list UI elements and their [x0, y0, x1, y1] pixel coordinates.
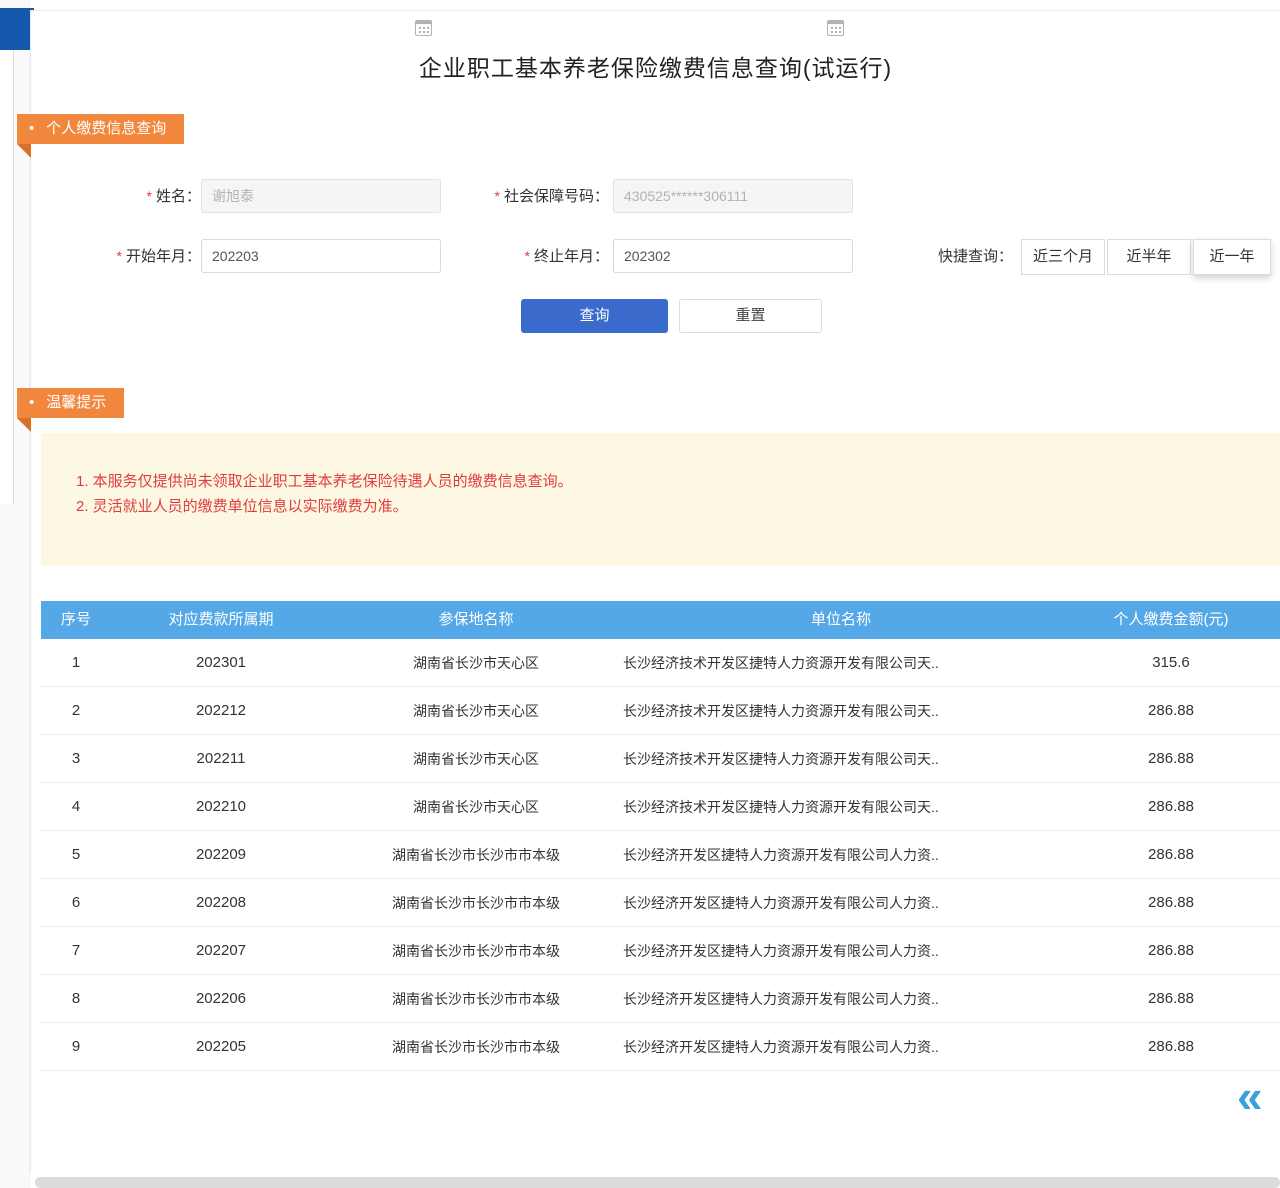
cell: 湖南省长沙市长沙市市本级 — [331, 1023, 621, 1070]
cell: 202209 — [111, 831, 331, 878]
table-row: 4202210湖南省长沙市天心区长沙经济技术开发区捷特人力资源开发有限公司天..… — [41, 783, 1280, 831]
required-asterisk: * — [147, 188, 152, 204]
cell: 9 — [41, 1023, 111, 1070]
quick-query-group: 近三个月 近半年 近一年 — [1021, 239, 1271, 275]
quick-option-3months[interactable]: 近三个月 — [1021, 239, 1105, 275]
tips-box: 1. 本服务仅提供尚未领取企业职工基本养老保险待遇人员的缴费信息查询。 2. 灵… — [41, 433, 1280, 566]
cell: 长沙经济开发区捷特人力资源开发有限公司人力资.. — [621, 975, 1061, 1022]
cell: 286.88 — [1061, 975, 1280, 1022]
cell: 286.88 — [1061, 831, 1280, 878]
table-row: 1202301湖南省长沙市天心区长沙经济技术开发区捷特人力资源开发有限公司天..… — [41, 639, 1280, 687]
bullet-icon: • — [29, 114, 34, 144]
cell: 3 — [41, 735, 111, 782]
query-button[interactable]: 查询 — [521, 299, 668, 333]
cell: 202205 — [111, 1023, 331, 1070]
ssn-label: *社会保障号码： — [439, 179, 609, 213]
table-header: 序号 对应费款所属期 参保地名称 单位名称 个人缴费金额(元) — [41, 601, 1280, 639]
cell: 长沙经济开发区捷特人力资源开发有限公司人力资.. — [621, 831, 1061, 878]
cell: 5 — [41, 831, 111, 878]
cell: 286.88 — [1061, 735, 1280, 782]
cell: 202210 — [111, 783, 331, 830]
required-asterisk: * — [525, 248, 530, 264]
table-row: 9202205湖南省长沙市长沙市市本级长沙经济开发区捷特人力资源开发有限公司人力… — [41, 1023, 1280, 1071]
col-header-employer: 单位名称 — [621, 601, 1061, 639]
table-row: 5202209湖南省长沙市长沙市市本级长沙经济开发区捷特人力资源开发有限公司人力… — [41, 831, 1280, 879]
bullet-icon: • — [29, 388, 34, 418]
cell: 长沙经济技术开发区捷特人力资源开发有限公司天.. — [621, 687, 1061, 734]
collapsed-sidebar-edge — [0, 46, 14, 504]
quick-option-halfyear[interactable]: 近半年 — [1107, 239, 1191, 275]
cell: 长沙经济开发区捷特人力资源开发有限公司人力资.. — [621, 927, 1061, 974]
col-header-amount: 个人缴费金额(元) — [1061, 601, 1280, 639]
section-badge-label: 个人缴费信息查询 — [46, 120, 166, 137]
cell: 202207 — [111, 927, 331, 974]
reset-button[interactable]: 重置 — [679, 299, 822, 333]
name-label: *姓名： — [76, 179, 201, 213]
end-month-label: *终止年月： — [439, 239, 609, 273]
cell: 长沙经济开发区捷特人力资源开发有限公司人力资.. — [621, 879, 1061, 926]
table-body: 1202301湖南省长沙市天心区长沙经济技术开发区捷特人力资源开发有限公司天..… — [41, 639, 1280, 1071]
cell: 1 — [41, 639, 111, 686]
main-panel: 企业职工基本养老保险缴费信息查询(试运行) • 个人缴费信息查询 *姓名： *社会… — [30, 10, 1280, 1174]
table-row: 3202211湖南省长沙市天心区长沙经济技术开发区捷特人力资源开发有限公司天..… — [41, 735, 1280, 783]
cell: 湖南省长沙市天心区 — [331, 639, 621, 686]
table-row: 6202208湖南省长沙市长沙市市本级长沙经济开发区捷特人力资源开发有限公司人力… — [41, 879, 1280, 927]
calendar-icon[interactable] — [415, 20, 432, 36]
cell: 202212 — [111, 687, 331, 734]
ssn-input[interactable] — [613, 179, 853, 213]
cell: 6 — [41, 879, 111, 926]
cell: 7 — [41, 927, 111, 974]
cell: 湖南省长沙市长沙市市本级 — [331, 927, 621, 974]
cell: 315.6 — [1061, 639, 1280, 686]
start-month-label: *开始年月： — [76, 239, 201, 273]
cell: 湖南省长沙市长沙市市本级 — [331, 879, 621, 926]
col-header-place: 参保地名称 — [331, 601, 621, 639]
cell: 长沙经济技术开发区捷特人力资源开发有限公司天.. — [621, 735, 1061, 782]
collapse-chevron-icon[interactable]: « — [1237, 1073, 1263, 1119]
cell: 长沙经济开发区捷特人力资源开发有限公司人力资.. — [621, 1023, 1061, 1070]
cell: 286.88 — [1061, 879, 1280, 926]
payment-table: 序号 对应费款所属期 参保地名称 单位名称 个人缴费金额(元) 1202301湖… — [41, 601, 1280, 1071]
page-title: 企业职工基本养老保险缴费信息查询(试运行) — [31, 49, 1280, 83]
calendar-icon[interactable] — [827, 20, 844, 36]
name-input[interactable] — [201, 179, 441, 213]
start-month-input[interactable] — [201, 239, 441, 273]
section-badge-label: 温馨提示 — [46, 394, 106, 411]
table-row: 7202207湖南省长沙市长沙市市本级长沙经济开发区捷特人力资源开发有限公司人力… — [41, 927, 1280, 975]
cell: 长沙经济技术开发区捷特人力资源开发有限公司天.. — [621, 783, 1061, 830]
cell: 286.88 — [1061, 927, 1280, 974]
table-row: 8202206湖南省长沙市长沙市市本级长沙经济开发区捷特人力资源开发有限公司人力… — [41, 975, 1280, 1023]
cell: 286.88 — [1061, 687, 1280, 734]
cell: 湖南省长沙市长沙市市本级 — [331, 831, 621, 878]
tip-line-1: 1. 本服务仅提供尚未领取企业职工基本养老保险待遇人员的缴费信息查询。 — [76, 469, 1261, 494]
cell: 202211 — [111, 735, 331, 782]
table-row: 2202212湖南省长沙市天心区长沙经济技术开发区捷特人力资源开发有限公司天..… — [41, 687, 1280, 735]
cell: 湖南省长沙市天心区 — [331, 735, 621, 782]
cell: 8 — [41, 975, 111, 1022]
cell: 4 — [41, 783, 111, 830]
end-month-input[interactable] — [613, 239, 853, 273]
section-badge-tips: • 温馨提示 — [17, 388, 124, 418]
corner-blue-block — [0, 8, 34, 50]
tip-line-2: 2. 灵活就业人员的缴费单位信息以实际缴费为准。 — [76, 494, 1261, 519]
required-asterisk: * — [117, 248, 122, 264]
cell: 2 — [41, 687, 111, 734]
required-asterisk: * — [495, 188, 500, 204]
col-header-period: 对应费款所属期 — [111, 601, 331, 639]
cell: 湖南省长沙市天心区 — [331, 783, 621, 830]
cell: 湖南省长沙市天心区 — [331, 687, 621, 734]
left-rail — [0, 0, 30, 1188]
quick-query-label: 快捷查询： — [929, 239, 1013, 275]
horizontal-scrollbar[interactable] — [35, 1177, 1280, 1188]
cell: 长沙经济技术开发区捷特人力资源开发有限公司天.. — [621, 639, 1061, 686]
cell: 202301 — [111, 639, 331, 686]
cell: 202208 — [111, 879, 331, 926]
cell: 湖南省长沙市长沙市市本级 — [331, 975, 621, 1022]
cell: 286.88 — [1061, 783, 1280, 830]
section-badge-personal-query: • 个人缴费信息查询 — [17, 114, 184, 144]
quick-option-1year[interactable]: 近一年 — [1193, 239, 1271, 275]
cell: 202206 — [111, 975, 331, 1022]
cell: 286.88 — [1061, 1023, 1280, 1070]
col-header-seq: 序号 — [41, 601, 111, 639]
